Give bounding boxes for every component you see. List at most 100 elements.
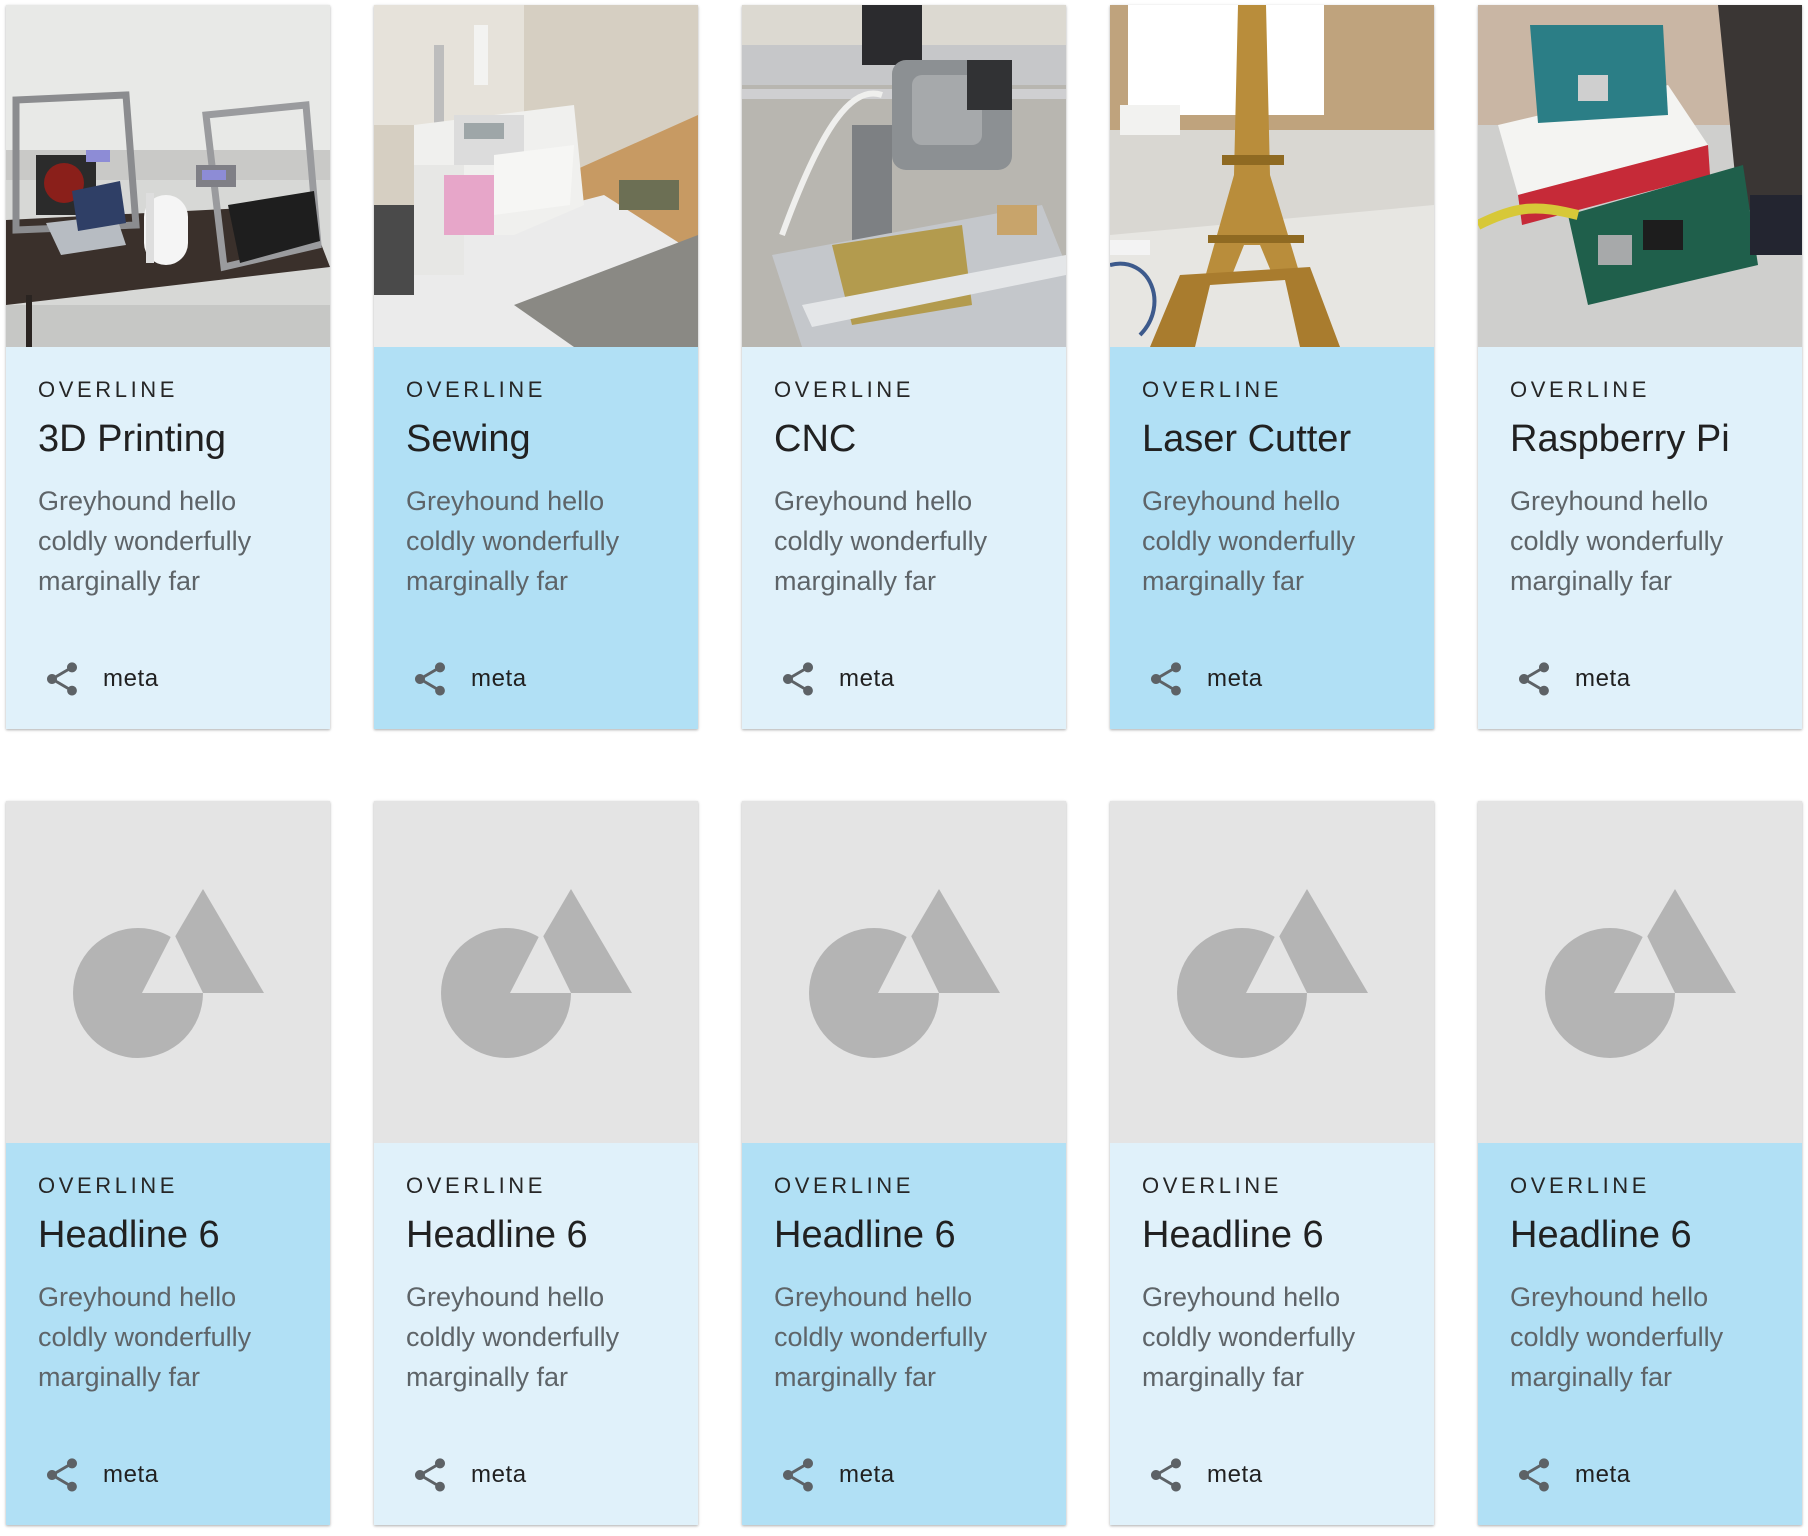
card-cnc[interactable]: OVERLINE CNC Greyhound hello coldly wond…	[742, 5, 1066, 729]
card-body: Greyhound hello coldly wonderfully margi…	[1510, 481, 1790, 601]
card-overline: OVERLINE	[406, 1173, 547, 1198]
card-body-line: coldly wonderfully	[406, 1322, 620, 1352]
card-meta[interactable]: meta	[1146, 1454, 1263, 1496]
card-media	[1478, 801, 1802, 1143]
card-headline: Headline 6	[1510, 1214, 1692, 1256]
card-body-line: Greyhound hello	[1142, 1282, 1341, 1312]
card-content: OVERLINE Raspberry Pi Greyhound hello co…	[1478, 347, 1802, 729]
share-icon[interactable]	[410, 1455, 450, 1495]
card-body: Greyhound hello coldly wonderfully margi…	[774, 481, 1054, 601]
card-headline: CNC	[774, 418, 857, 460]
card-meta[interactable]: meta	[410, 1454, 527, 1496]
card-content: OVERLINE 3D Printing Greyhound hello col…	[6, 347, 330, 729]
card-meta[interactable]: meta	[778, 658, 895, 700]
card-media	[1478, 5, 1802, 347]
card-body: Greyhound hello coldly wonderfully margi…	[1142, 481, 1422, 601]
card-body-line: Greyhound hello	[1510, 486, 1709, 516]
card-laser-cutter[interactable]: OVERLINE Laser Cutter Greyhound hello co…	[1110, 5, 1434, 729]
card-headline-6[interactable]: OVERLINE Headline 6 Greyhound hello cold…	[1110, 801, 1434, 1525]
card-body-line: marginally far	[1510, 1362, 1673, 1392]
card-content: OVERLINE Headline 6 Greyhound hello cold…	[374, 1143, 698, 1525]
card-meta[interactable]: meta	[1514, 658, 1631, 700]
card-overline: OVERLINE	[1510, 1173, 1651, 1198]
share-icon[interactable]	[1146, 1455, 1186, 1495]
image-placeholder-icon	[441, 889, 632, 1058]
card-meta[interactable]: meta	[1146, 658, 1263, 700]
card-body: Greyhound hello coldly wonderfully margi…	[38, 481, 318, 601]
share-icon[interactable]	[42, 1455, 82, 1495]
card-meta[interactable]: meta	[410, 658, 527, 700]
share-icon[interactable]	[42, 659, 82, 699]
card-meta[interactable]: meta	[42, 1454, 159, 1496]
card-body-line: Greyhound hello	[1510, 1282, 1709, 1312]
card-media	[6, 801, 330, 1143]
sewing-machine-photo	[374, 5, 698, 347]
card-sewing[interactable]: OVERLINE Sewing Greyhound hello coldly w…	[374, 5, 698, 729]
meta-label: meta	[1575, 665, 1631, 692]
share-icon[interactable]	[1514, 1455, 1554, 1495]
card-body-line: Greyhound hello	[774, 486, 973, 516]
card-body-line: coldly wonderfully	[1142, 526, 1356, 556]
card-content: OVERLINE Headline 6 Greyhound hello cold…	[6, 1143, 330, 1525]
card-body: Greyhound hello coldly wonderfully margi…	[774, 1277, 1054, 1397]
cnc-machine-photo	[742, 5, 1066, 347]
card-content: OVERLINE Headline 6 Greyhound hello cold…	[1110, 1143, 1434, 1525]
meta-label: meta	[1575, 1461, 1631, 1488]
card-headline: Headline 6	[406, 1214, 588, 1256]
card-body: Greyhound hello coldly wonderfully margi…	[406, 1277, 686, 1397]
raspberry-pi-photo	[1478, 5, 1802, 347]
card-body-line: Greyhound hello	[1142, 486, 1341, 516]
card-body-line: coldly wonderfully	[1510, 526, 1724, 556]
card-headline-6[interactable]: OVERLINE Headline 6 Greyhound hello cold…	[374, 801, 698, 1525]
card-meta[interactable]: meta	[42, 658, 159, 700]
card-headline: Laser Cutter	[1142, 418, 1352, 460]
card-headline-6[interactable]: OVERLINE Headline 6 Greyhound hello cold…	[742, 801, 1066, 1525]
share-icon[interactable]	[410, 659, 450, 699]
card-media	[374, 801, 698, 1143]
card-headline: Headline 6	[774, 1214, 956, 1256]
card-body-line: marginally far	[774, 566, 937, 596]
card-body-line: coldly wonderfully	[774, 526, 988, 556]
meta-label: meta	[103, 1461, 159, 1488]
card-3d-printing[interactable]: OVERLINE 3D Printing Greyhound hello col…	[6, 5, 330, 729]
share-icon[interactable]	[1514, 659, 1554, 699]
card-body-line: coldly wonderfully	[38, 1322, 252, 1352]
card-overline: OVERLINE	[38, 1173, 179, 1198]
image-placeholder-icon	[1545, 889, 1736, 1058]
card-raspberry-pi[interactable]: OVERLINE Raspberry Pi Greyhound hello co…	[1478, 5, 1802, 729]
meta-label: meta	[839, 1461, 895, 1488]
card-meta[interactable]: meta	[1514, 1454, 1631, 1496]
card-headline: Raspberry Pi	[1510, 418, 1730, 460]
meta-label: meta	[471, 1461, 527, 1488]
meta-label: meta	[1207, 1461, 1263, 1488]
card-body-line: marginally far	[1510, 566, 1673, 596]
share-icon[interactable]	[778, 659, 818, 699]
card-content: OVERLINE CNC Greyhound hello coldly wond…	[742, 347, 1066, 729]
card-content: OVERLINE Sewing Greyhound hello coldly w…	[374, 347, 698, 729]
share-icon[interactable]	[778, 1455, 818, 1495]
card-overline: OVERLINE	[38, 377, 179, 402]
card-body: Greyhound hello coldly wonderfully margi…	[1142, 1277, 1422, 1397]
card-body: Greyhound hello coldly wonderfully margi…	[38, 1277, 318, 1397]
meta-label: meta	[103, 665, 159, 692]
card-body-line: marginally far	[1142, 1362, 1305, 1392]
card-headline-6[interactable]: OVERLINE Headline 6 Greyhound hello cold…	[1478, 801, 1802, 1525]
card-media	[742, 801, 1066, 1143]
card-media	[1110, 801, 1434, 1143]
card-headline-6[interactable]: OVERLINE Headline 6 Greyhound hello cold…	[6, 801, 330, 1525]
share-icon[interactable]	[1146, 659, 1186, 699]
card-overline: OVERLINE	[1510, 377, 1651, 402]
card-body-line: marginally far	[1142, 566, 1305, 596]
card-media	[742, 5, 1066, 347]
card-overline: OVERLINE	[774, 377, 915, 402]
card-body-line: Greyhound hello	[406, 1282, 605, 1312]
card-body: Greyhound hello coldly wonderfully margi…	[1510, 1277, 1790, 1397]
card-overline: OVERLINE	[1142, 1173, 1283, 1198]
card-content: OVERLINE Laser Cutter Greyhound hello co…	[1110, 347, 1434, 729]
card-meta[interactable]: meta	[778, 1454, 895, 1496]
card-overline: OVERLINE	[1142, 377, 1283, 402]
card-headline: Sewing	[406, 418, 531, 460]
card-body: Greyhound hello coldly wonderfully margi…	[406, 481, 686, 601]
card-content: OVERLINE Headline 6 Greyhound hello cold…	[1478, 1143, 1802, 1525]
card-body-line: marginally far	[774, 1362, 937, 1392]
